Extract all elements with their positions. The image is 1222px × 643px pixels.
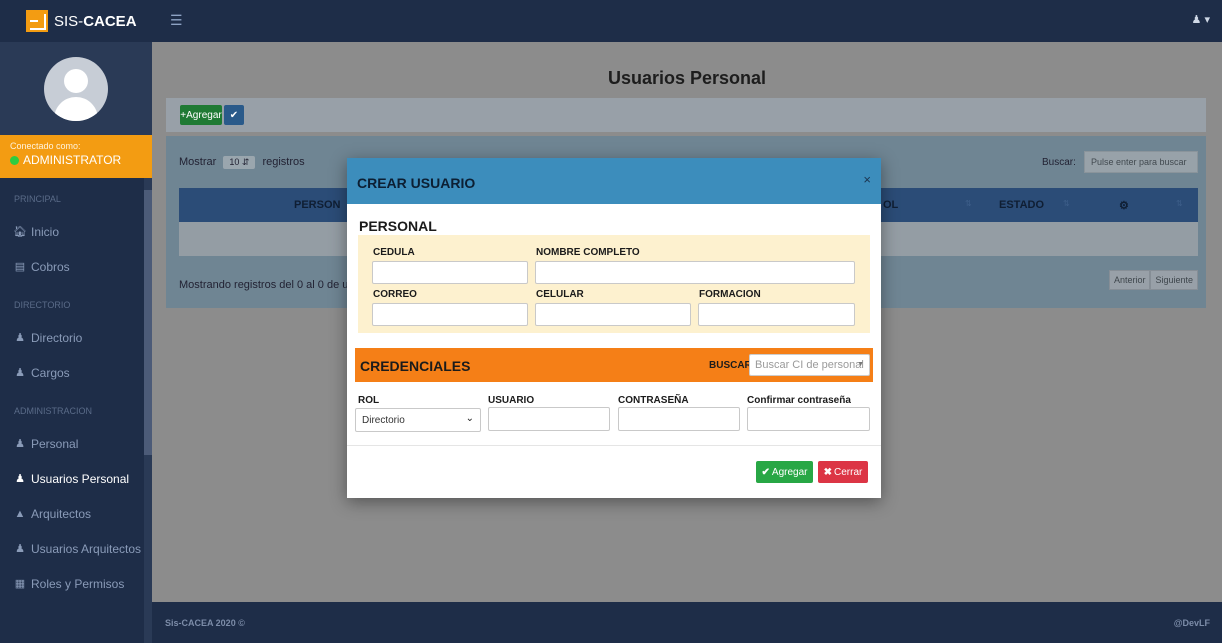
- celular-label: CELULAR: [536, 289, 584, 300]
- sidebar: Conectado como: ADMINISTRATOR PRINCIPAL …: [0, 42, 152, 643]
- usuario-field[interactable]: [488, 407, 610, 431]
- check-icon: ✔: [761, 466, 770, 478]
- column-estado[interactable]: ESTADO: [999, 199, 1044, 211]
- money-icon: ▤: [14, 261, 26, 273]
- sidebar-item-usuarios-personal[interactable]: ♟ Usuarios Personal: [0, 461, 152, 496]
- graduation-cap-icon: ▲: [14, 507, 26, 520]
- caret-down-icon: ▼: [857, 361, 864, 368]
- close-icon[interactable]: ×: [863, 172, 871, 187]
- brand-prefix: SIS-: [54, 12, 84, 30]
- sidebar-item-roles-permisos[interactable]: ▦ Roles y Permisos: [0, 566, 152, 601]
- password-field[interactable]: [618, 407, 740, 431]
- formacion-field[interactable]: [698, 303, 855, 326]
- sidebar-item-directorio[interactable]: ♟ Directorio: [0, 320, 152, 355]
- next-page-button[interactable]: Siguiente: [1150, 270, 1198, 290]
- online-status-icon: [10, 155, 19, 165]
- top-navbar: SIS-CACEA ☰ ♟ ▾: [0, 0, 1222, 42]
- personal-section-title: PERSONAL: [359, 218, 437, 234]
- cedula-label: CEDULA: [373, 247, 415, 258]
- confirm-password-field[interactable]: [747, 407, 870, 431]
- user-icon: ♟: [15, 367, 25, 379]
- cedula-field[interactable]: [372, 261, 528, 284]
- modal-header: CREAR USUARIO ×: [347, 158, 881, 204]
- search-label: Buscar:: [1042, 157, 1076, 168]
- confirm-button[interactable]: ✔: [224, 105, 244, 125]
- sidebar-menu: PRINCIPAL 🏠︎ Inicio ▤ Cobros DIRECTORIO ♟ D…: [0, 178, 152, 643]
- footer-author: @DevLF: [1173, 618, 1210, 628]
- rol-label: ROL: [358, 395, 380, 406]
- search-input[interactable]: Pulse enter para buscar: [1084, 151, 1198, 173]
- pagination: Anterior Siguiente: [1108, 270, 1198, 290]
- user-icon: ♟: [1191, 14, 1202, 26]
- user-menu[interactable]: ♟ ▾: [1192, 13, 1210, 26]
- brand[interactable]: SIS-CACEA: [0, 0, 152, 42]
- chevron-down-icon: ▾: [1204, 14, 1210, 26]
- page-title: Usuarios Personal: [607, 68, 767, 88]
- credentials-title: CREDENCIALES: [360, 358, 471, 374]
- sidebar-scrollbar[interactable]: [144, 178, 152, 643]
- rol-select[interactable]: Directorio ⌄: [355, 408, 481, 432]
- cerrar-button[interactable]: ✖ Cerrar: [818, 461, 868, 483]
- connected-as: Conectado como: ADMINISTRATOR: [0, 135, 152, 178]
- table-info: Mostrando registros del 0 al 0 de un: [179, 279, 355, 291]
- add-button[interactable]: + Agregar: [180, 105, 222, 125]
- buscar-label: BUSCAR: [709, 360, 752, 371]
- agregar-button[interactable]: ✔ Agregar: [756, 461, 813, 483]
- sidebar-item-inicio[interactable]: 🏠︎ Inicio: [0, 214, 152, 249]
- footer-copyright: Sis-CACEA 2020 ©: [165, 618, 245, 628]
- nombre-completo-field[interactable]: [535, 261, 855, 284]
- section-principal: PRINCIPAL: [14, 194, 61, 204]
- hamburger-icon[interactable]: ☰: [170, 12, 183, 29]
- page-length-select[interactable]: 10 ⇵: [223, 156, 256, 169]
- sort-icon[interactable]: ⇅: [1176, 199, 1183, 208]
- scrollbar-thumb[interactable]: [144, 190, 152, 455]
- create-user-modal: CREAR USUARIO × PERSONAL CEDULA NOMBRE C…: [347, 158, 881, 498]
- sort-icon[interactable]: ⇅: [1063, 199, 1070, 208]
- buscar-personal-select[interactable]: Buscar CI de personal ▼: [749, 354, 870, 376]
- home-icon: 🏠︎: [13, 226, 27, 238]
- users-icon: ♟: [15, 543, 25, 555]
- celular-field[interactable]: [535, 303, 691, 326]
- logo-icon: [26, 10, 48, 32]
- correo-label: CORREO: [373, 289, 417, 300]
- sidebar-item-cobros[interactable]: ▤ Cobros: [0, 249, 152, 284]
- column-rol[interactable]: OL: [883, 199, 898, 211]
- prev-page-button[interactable]: Anterior: [1108, 270, 1151, 290]
- connected-label: Conectado como:: [10, 141, 81, 151]
- modal-divider: [347, 445, 881, 446]
- check-icon: ✔: [229, 109, 239, 121]
- personal-section: CEDULA NOMBRE COMPLETO CORREO CELULAR FO…: [358, 235, 870, 333]
- usuario-label: USUARIO: [488, 395, 535, 406]
- section-administracion: ADMINISTRACION: [14, 406, 93, 416]
- credentials-bar: CREDENCIALES BUSCAR Buscar CI de persona…: [355, 348, 873, 382]
- sort-icon[interactable]: ⇅: [965, 199, 972, 208]
- sidebar-item-usuarios-arquitectos[interactable]: ♟ Usuarios Arquitectos: [0, 531, 152, 566]
- sidebar-item-cargos[interactable]: ♟ Cargos: [0, 355, 152, 390]
- brand-name: CACEA: [83, 12, 137, 30]
- user-icon: ♟: [15, 438, 25, 450]
- nombre-label: NOMBRE COMPLETO: [536, 247, 640, 258]
- contrasena-label: CONTRASEÑA: [618, 395, 689, 406]
- sidebar-item-personal[interactable]: ♟ Personal: [0, 426, 152, 461]
- connected-user: ADMINISTRATOR: [23, 153, 122, 167]
- sidebar-item-arquitectos[interactable]: ▲ Arquitectos: [0, 496, 152, 531]
- table-icon: ▦: [14, 578, 26, 590]
- footer: Sis-CACEA 2020 © @DevLF: [152, 602, 1222, 643]
- users-icon: ♟: [15, 332, 25, 344]
- users-icon: ♟: [15, 473, 25, 485]
- section-directorio: DIRECTORIO: [14, 300, 71, 310]
- gear-icon: ⚙: [1119, 200, 1129, 212]
- avatar: [44, 56, 108, 121]
- correo-field[interactable]: [372, 303, 528, 326]
- chevron-down-icon: ⌄: [465, 413, 474, 424]
- formacion-label: FORMACION: [699, 289, 761, 300]
- confirm-password-label: Confirmar contraseña: [747, 395, 851, 406]
- close-icon: ✖: [823, 466, 833, 478]
- page-length: Mostrar 10 ⇵ registros: [179, 156, 305, 169]
- action-bar: + Agregar ✔: [166, 98, 1206, 132]
- avatar-area: [0, 42, 152, 135]
- modal-title: CREAR USUARIO: [357, 175, 476, 191]
- column-personal[interactable]: PERSON: [294, 199, 340, 211]
